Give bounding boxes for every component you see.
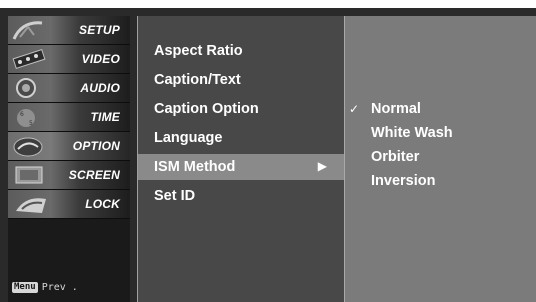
menu-label-video: VIDEO [81,52,120,66]
menu-item-screen[interactable]: SCREEN [8,161,130,190]
option-label: ISM Method [154,159,236,175]
submenu-inversion[interactable]: Inversion [345,169,536,193]
option-label: Aspect Ratio [154,43,243,59]
clock-icon: 6 5 [17,109,35,127]
speaker-icon [16,78,36,98]
menu-label-lock: LOCK [85,197,120,211]
main-menu: SETUP VIDEO AUDIO 6 5 TIME OPTION SCREEN… [8,16,130,302]
option-ism-method[interactable]: ISM Method ▶ [138,154,345,180]
option-language[interactable]: Language [138,125,345,151]
svg-text:6: 6 [20,111,24,118]
submenu-orbiter[interactable]: Orbiter [345,145,536,169]
prev-label: Prev . [41,282,78,293]
menu-label-time: TIME [90,110,120,124]
menu-label-setup: SETUP [78,23,120,37]
submenu-white-wash[interactable]: White Wash [345,121,536,145]
option-caption-text[interactable]: Caption/Text [138,67,345,93]
option-set-id[interactable]: Set ID [138,183,345,209]
screen-icon [15,166,43,184]
option-label: Set ID [154,188,196,204]
menu-item-audio[interactable]: AUDIO [8,74,130,103]
satellite-dish-icon [12,21,43,40]
option-aspect-ratio[interactable]: Aspect Ratio [138,38,345,64]
menu-item-time[interactable]: 6 5 TIME [8,103,130,132]
option-label: Language [154,130,223,146]
menu-label-audio: AUDIO [80,81,120,95]
submenu-label: Inversion [371,173,436,189]
check-icon: ✓ [349,102,360,116]
arrow-right-icon: ▶ [317,159,327,173]
menu-item-setup[interactable]: SETUP [8,16,130,45]
osd-menu: SETUP VIDEO AUDIO 6 5 TIME OPTION SCREEN… [0,8,536,302]
menu-label-option: OPTION [72,139,120,153]
option-label: Caption Option [154,101,259,117]
menu-label-screen: SCREEN [68,168,120,182]
prev-hint: Menu Prev . [12,282,78,293]
menu-item-lock[interactable]: LOCK [8,190,130,219]
option-icon [13,137,43,157]
menu-item-option[interactable]: OPTION [8,132,130,161]
menu-item-video[interactable]: VIDEO [8,45,130,74]
lock-icon [16,198,46,213]
option-menu: Aspect Ratio Caption/Text Caption Option… [137,16,345,302]
submenu-label: Orbiter [371,149,420,165]
submenu-normal[interactable]: ✓ Normal [345,97,536,121]
option-caption-option[interactable]: Caption Option [138,96,345,122]
svg-text:5: 5 [29,120,33,127]
option-label: Caption/Text [154,72,241,88]
submenu-label: White Wash [371,125,453,141]
ism-submenu: ✓ Normal White Wash Orbiter Inversion [344,16,536,302]
menu-key-icon: Menu [12,282,38,293]
submenu-label: Normal [371,101,421,117]
film-reel-icon [12,48,46,70]
